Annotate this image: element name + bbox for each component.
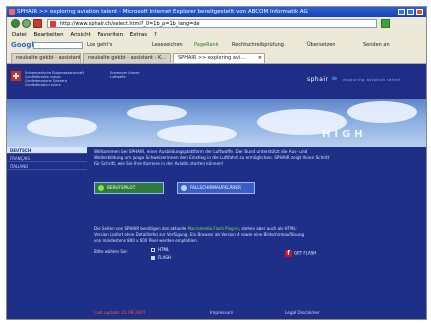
sphair-logo[interactable]: sphair ››› exploring aviation talent — [307, 74, 401, 84]
close-button[interactable] — [416, 9, 423, 15]
tab-2[interactable]: neukalte gekbt - assistant - K... — [83, 53, 171, 63]
get-flash-button[interactable]: f GET FLASH — [285, 250, 316, 257]
window-title: SPHAIR >> exploring aviation talent - Mi… — [17, 9, 308, 15]
requirements-text: Die Seiten von SPHAIR benötigen das aktu… — [94, 226, 309, 243]
google-toolbar: Google Los geht's Lesezeichen PageRank R… — [7, 40, 426, 51]
berufspilot-button[interactable]: BERUFSPILOT — [94, 182, 164, 194]
google-search-input[interactable] — [33, 42, 83, 49]
pagerank-indicator: PageRank — [194, 42, 219, 48]
swiss-flag-icon — [11, 71, 21, 81]
cloud-shape — [347, 101, 417, 123]
last-update: Last update: 21.09.2007 — [94, 310, 146, 315]
tab-label: neukalte gekbt - assistant — [16, 55, 81, 61]
chevron-arrows-icon: ››› — [330, 74, 338, 84]
brand-tagline: exploring aviation talent — [343, 78, 402, 82]
menu-bar: Datei Bearbeiten Ansicht Favoriten Extra… — [7, 31, 426, 40]
translate-button[interactable]: Übersetzen — [307, 40, 335, 51]
lang-italiano[interactable]: ITALIANO — [7, 163, 87, 170]
hero-text: HIGH — [322, 129, 367, 140]
lang-francais[interactable]: FRANÇAIS — [7, 155, 87, 162]
choose-label: Bitte wählen Sie: — [94, 249, 128, 254]
flash-checkbox[interactable] — [151, 256, 155, 260]
spellcheck-button[interactable]: Rechtschreibprüfung — [232, 40, 284, 51]
html-checkbox[interactable] — [151, 248, 155, 252]
option-html[interactable]: HTML — [151, 247, 169, 252]
browser-window: SPHAIR >> exploring aviation talent - Mi… — [6, 6, 427, 320]
menu-file[interactable]: Datei — [12, 31, 27, 40]
button-label: BERUFSPILOT — [107, 185, 136, 190]
go-button[interactable] — [381, 19, 390, 28]
header-line: Confederaziun svizra — [25, 83, 61, 87]
tab-label: neukalte gekbt - assistant - K... — [88, 55, 167, 61]
parachute-icon — [181, 185, 187, 191]
plane-icon — [98, 185, 104, 191]
cloud-shape — [27, 117, 97, 137]
menu-edit[interactable]: Bearbeiten — [33, 31, 63, 40]
close-tab-icon[interactable]: × — [258, 54, 262, 63]
tab-bar: neukalte gekbt - assistant neukalte gekb… — [7, 51, 426, 64]
tab-1[interactable]: neukalte gekbt - assistant — [11, 53, 81, 63]
option-label: FLASH — [158, 255, 171, 260]
cloud-shape — [157, 125, 237, 143]
fallschirmaufklaerer-button[interactable]: FALLSCHIRMAUFKLÄRER — [177, 182, 255, 194]
back-icon[interactable] — [11, 19, 20, 28]
site-header: Schweizerische Eidgenossenschaft Confédé… — [7, 64, 426, 99]
minimize-button[interactable] — [398, 9, 405, 15]
cloud-shape — [127, 105, 187, 121]
hero-banner: HIGH — [7, 99, 426, 147]
info-text: Die Seiten von SPHAIR benötigen das aktu… — [94, 226, 188, 231]
language-menu: DEUTSCH FRANÇAIS ITALIANO — [7, 147, 87, 187]
stop-icon[interactable] — [33, 19, 42, 28]
intro-text: Willkommen bei SPHAIR, einer Ausbildungs… — [94, 149, 330, 167]
option-label: HTML — [158, 247, 170, 252]
address-text: http://www.sphair.ch/select.html?_0=1b_p… — [60, 21, 200, 27]
ie-icon — [9, 9, 15, 15]
option-flash[interactable]: FLASH — [151, 255, 171, 260]
flash-icon: f — [285, 250, 292, 257]
google-go-button[interactable]: Los geht's — [87, 40, 112, 51]
web-page: Schweizerische Eidgenossenschaft Confédé… — [7, 64, 426, 319]
lang-deutsch[interactable]: DEUTSCH — [7, 147, 87, 154]
tab-3[interactable]: SPHAIR >> exploring avi... × — [173, 53, 265, 63]
flash-plugin-link[interactable]: Macromedia Flash Plug-in — [188, 226, 239, 231]
title-bar: SPHAIR >> exploring aviation talent - Mi… — [7, 7, 426, 17]
menu-tools[interactable]: Extras — [130, 31, 147, 40]
menu-help[interactable]: ? — [154, 31, 157, 40]
tab-label: SPHAIR >> exploring avi... — [178, 55, 246, 61]
header-line: Luftwaffe — [110, 75, 126, 79]
legal-disclaimer-link[interactable]: Legal Disclaimer — [285, 310, 320, 315]
brand-name: sphair — [307, 76, 329, 83]
menu-favorites[interactable]: Favoriten — [97, 31, 122, 40]
bookmarks-button[interactable]: Lesezeichen — [152, 40, 183, 51]
menu-view[interactable]: Ansicht — [70, 31, 90, 40]
impressum-link[interactable]: Impressum — [210, 310, 233, 315]
address-bar[interactable]: http://www.sphair.ch/select.html?_0=1b_p… — [47, 19, 377, 28]
forward-icon[interactable] — [22, 19, 31, 28]
button-label: FALLSCHIRMAUFKLÄRER — [190, 185, 241, 190]
address-row: http://www.sphair.ch/select.html?_0=1b_p… — [7, 17, 426, 31]
get-flash-label: GET FLASH — [294, 250, 317, 256]
send-to-button[interactable]: Senden an — [363, 40, 390, 51]
favicon-icon — [50, 21, 56, 27]
maximize-button[interactable] — [407, 9, 414, 15]
